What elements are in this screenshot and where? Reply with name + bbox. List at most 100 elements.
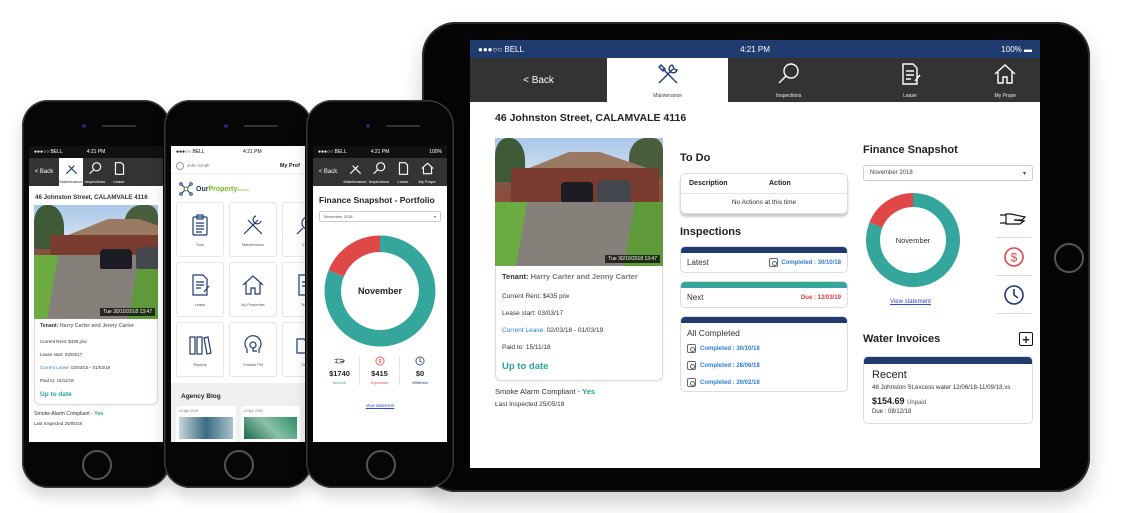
photo-timestamp: Tue 30/10/2018 13:47 [100,308,155,316]
tile-todo[interactable]: Todo [176,202,224,257]
back-button[interactable]: < Back [313,158,343,186]
tenant-card: Tenant: Harry Carter and Jenny Carter Cu… [34,319,158,405]
tile-my-properties[interactable]: My Properties [229,262,277,317]
blog-card[interactable]: 24 Apr 2018 [176,406,236,442]
tab-inspections[interactable]: Inspections [367,158,391,186]
tab-lease[interactable]: Lease [849,58,970,102]
next-label: Next [687,293,704,302]
current-lease: Current Lease: 02/03/18 - 01/03/19 [502,327,604,334]
tile-contact-pm[interactable]: Contact PM [229,322,277,377]
inspection-icon [769,258,779,267]
water-invoices-header: Water Invoices + [863,332,1033,346]
latest-inspection-card[interactable]: Latest Completed : 30/10/18 [680,246,848,273]
current-lease: Current Lease: 02/03/18 - 01/03/19 [40,365,111,370]
tab-label: Maintenance [653,93,682,99]
tablet-home-button[interactable] [1054,243,1084,273]
back-button[interactable]: < Back [470,58,607,102]
document-icon [298,273,305,296]
todo-empty-message: No Actions at this time [731,199,797,206]
document-pen-icon [902,63,921,85]
wrench-screwdriver-icon [243,214,263,234]
todo-header: Description Action [681,174,847,194]
property-detail: 46 Johnston Street, CALAMVALE 4116 Tue 3… [470,102,1040,468]
document-pen-icon [114,162,124,175]
completed-inspection-link[interactable]: Completed : 20/02/18 [681,374,847,391]
latest-completed-link[interactable]: Completed : 30/10/18 [769,258,841,267]
document-pen-icon [192,273,210,296]
folder-icon [296,337,305,354]
blog-card[interactable]: 24 Apr 2018 [240,406,300,442]
tile-reports[interactable]: Reports [176,322,224,377]
document-pen-icon [398,162,408,175]
latest-label: Latest [687,258,709,267]
tab-maintenance[interactable]: Maintenance [343,158,367,186]
finance-donut: November [863,190,963,290]
phone-home-button[interactable] [366,450,396,480]
add-invoice-button[interactable]: + [1019,332,1033,346]
tab-inspections[interactable]: Inspections [728,58,849,102]
tile-tenants[interactable]: Tenan [282,262,305,317]
headset-icon [244,334,262,353]
user-profile[interactable]: John Smith [176,161,210,170]
tile-inspections[interactable]: Insp [282,202,305,257]
current-lease-link[interactable]: Current Lease: [502,327,545,334]
next-inspection-card[interactable]: Next Due : 12/03/19 [680,281,848,308]
tile-lease[interactable]: Lease [176,262,224,317]
house-icon [994,64,1016,84]
current-rent: Current Rent: $435 p/w [502,293,570,300]
agency-blog: Agency Blog 24 Apr 2018 24 Apr 2018 [171,383,305,442]
photo-timestamp: Tue 30/10/2018 13:47 [605,255,660,263]
magnifier-icon [778,63,799,84]
expenses-stat: $ $415 Expenses [360,356,400,385]
todo-table: Description Action No Actions at this ti… [680,173,848,214]
recent-label: Recent [872,369,907,381]
period-select[interactable]: November 2018 ▾ [863,165,1033,181]
tab-lease[interactable]: Lease [107,158,131,186]
water-invoice-card[interactable]: Recent 46 Johnston St,excess water 12/06… [863,356,1033,424]
period-select[interactable]: November 2018 ▾ [319,211,441,222]
svg-text:$: $ [1011,250,1018,264]
carrier-label: ●●●○○ BELL [478,44,524,54]
house-icon [420,162,434,175]
top-nav: < Back Maintenance Inspections Lease My … [470,58,1040,102]
inspection-icon [687,361,696,370]
wrench-screwdriver-icon [65,165,77,175]
tile-maintenance[interactable]: Maintenance [229,202,277,257]
phone-home-button[interactable] [82,450,112,480]
all-completed-label: All Completed [687,328,740,338]
property-address: 46 Johnston Street, CALAMVALE 4116 [35,194,148,201]
top-nav: < Back Maintenance Inspections Lease My … [313,158,447,186]
completed-inspection-link[interactable]: Completed : 30/10/18 [681,340,847,357]
property-photo: Tue 30/10/2018 13:47 [34,205,158,319]
column-description: Description [689,180,728,187]
completed-inspection-link[interactable]: Completed : 28/06/18 [681,357,847,374]
tab-maintenance[interactable]: Maintenance [607,58,729,102]
tab-lease[interactable]: Lease [391,158,415,186]
blog-image [243,417,297,439]
finance-stats: $1740 Income $ $415 Expenses $0 Withheld [313,356,447,385]
status-bar: ●●●○○ BELL 4:21 PM [29,146,163,158]
tab-inspections[interactable]: Inspections [83,158,107,186]
chevron-down-icon: ▾ [433,214,436,219]
tile-sales[interactable]: Sales [282,322,305,377]
chevron-down-icon: ▾ [1022,170,1026,177]
tab-my-properties[interactable]: My Prope [971,58,1041,102]
house-icon [242,274,264,295]
lease-start: Lease start: 03/03/17 [40,352,83,357]
view-statement-link[interactable]: View statement [313,403,447,408]
tab-label: Inspections [776,93,802,99]
tab-maintenance[interactable]: Maintenance [59,158,83,186]
phone-home-button[interactable] [224,450,254,480]
tenant-card: Tenant: Harry Carter and Jenny Carter Cu… [495,266,663,381]
tab-my-properties[interactable]: My Prope [415,158,439,186]
column-action: Action [769,180,791,187]
view-statement-link[interactable]: View statement [890,299,931,305]
smoke-alarm-status: Smoke Alarm Compliant - Yes [495,387,596,396]
dollar-icon: $ [375,356,384,366]
paid-to: Paid to: 15/11/18 [502,344,551,351]
tab-label: My Prope [994,93,1016,99]
back-button[interactable]: < Back [29,158,59,186]
clipboard-icon [192,213,208,236]
brand-logo: OurPropertycom.au [171,174,305,202]
withheld-stat: $0 Withheld [400,356,440,385]
